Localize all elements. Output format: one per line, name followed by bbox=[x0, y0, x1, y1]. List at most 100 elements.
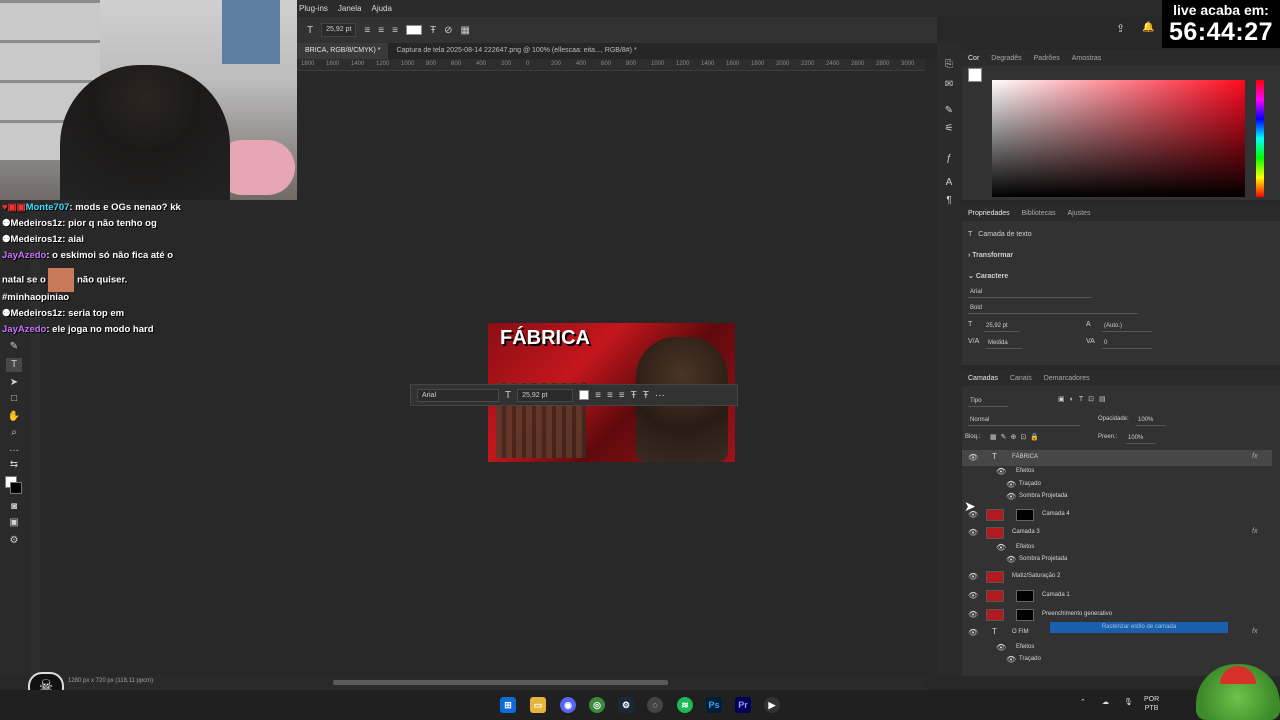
opacity-input[interactable]: 100% bbox=[1136, 415, 1166, 426]
fx-badge-icon[interactable]: fx bbox=[1252, 528, 1257, 535]
align-left-icon[interactable]: ≡ bbox=[364, 25, 370, 36]
fx-badge-icon[interactable]: fx bbox=[1252, 628, 1257, 635]
language-indicator[interactable]: POR PTB bbox=[1144, 695, 1159, 713]
windows-start-icon[interactable]: ⊞ bbox=[500, 697, 516, 713]
premiere-icon[interactable]: Pr bbox=[735, 697, 751, 713]
tray-chevron-icon[interactable]: ⌃ bbox=[1080, 698, 1086, 706]
obs-icon[interactable]: ◌ bbox=[647, 697, 663, 713]
tab-canais[interactable]: Canais bbox=[1010, 375, 1032, 382]
visibility-eye-icon[interactable]: 👁 bbox=[968, 572, 978, 581]
layer-mask-thumbnail[interactable] bbox=[1016, 509, 1034, 521]
quick-mask-icon[interactable]: ◙ bbox=[6, 500, 22, 514]
spotify-icon[interactable]: ≋ bbox=[677, 697, 693, 713]
fx-badge-icon[interactable]: fx bbox=[1252, 453, 1257, 460]
more-tools-icon[interactable]: … bbox=[6, 442, 22, 456]
menu-plugins[interactable]: Plug-ins bbox=[299, 4, 328, 13]
steam-icon[interactable]: ⚙ bbox=[618, 697, 634, 713]
warp-text-icon[interactable]: Ŧ bbox=[430, 25, 436, 36]
blend-mode-select[interactable]: Normal bbox=[968, 415, 1080, 426]
color-picker-field[interactable] bbox=[992, 80, 1245, 197]
media-player-icon[interactable]: ▶ bbox=[764, 697, 780, 713]
photoshop-icon[interactable]: Ps bbox=[706, 697, 722, 713]
transform-section[interactable]: › Transformar bbox=[968, 252, 1013, 259]
layer-row[interactable]: 👁 Camada 3 fx bbox=[962, 525, 1272, 541]
effect-eye-icon[interactable]: 👁 bbox=[1006, 555, 1016, 564]
share-icon[interactable]: ⇪ bbox=[1116, 22, 1125, 35]
tab-cor[interactable]: Cor bbox=[968, 55, 979, 62]
tab-camadas[interactable]: Camadas bbox=[968, 375, 998, 382]
hand-tool-icon[interactable]: ✋ bbox=[6, 410, 22, 424]
cancel-icon[interactable]: ⊘ bbox=[444, 25, 452, 36]
align-right-icon[interactable]: ≡ bbox=[392, 25, 398, 36]
cloud-icon[interactable]: ☁ bbox=[1102, 698, 1109, 706]
floatbar-align-right-icon[interactable]: ≡ bbox=[619, 390, 625, 401]
layer-row[interactable]: 👁 Preenchimento generativo bbox=[962, 607, 1272, 623]
effect-eye-icon[interactable]: 👁 bbox=[996, 543, 1006, 552]
floatbar-align-left-icon[interactable]: ≡ bbox=[595, 390, 601, 401]
effect-eye-icon[interactable]: 👁 bbox=[1006, 655, 1016, 664]
floatbar-align-center-icon[interactable]: ≡ bbox=[607, 390, 613, 401]
layer-row[interactable]: 👁 Sombra Projetada bbox=[962, 552, 1272, 568]
panels-icon[interactable]: ▦ bbox=[460, 25, 469, 36]
effect-eye-icon[interactable]: 👁 bbox=[1006, 492, 1016, 501]
filter-icons[interactable]: ▣◐T⊡▤ bbox=[1058, 395, 1111, 403]
horizontal-scrollbar[interactable] bbox=[333, 680, 668, 685]
tab-fabrica[interactable]: BRICA, RGB/8/CMYK) * bbox=[297, 43, 389, 59]
visibility-eye-icon[interactable]: 👁 bbox=[968, 453, 978, 462]
lock-icons[interactable]: ▦✎⊕⊡🔒 bbox=[990, 433, 1043, 441]
visibility-eye-icon[interactable]: 👁 bbox=[968, 610, 978, 619]
adjust-sliders-icon[interactable]: ⚟ bbox=[943, 123, 955, 134]
floatbar-type-options-icon[interactable]: Ŧ bbox=[643, 390, 649, 401]
text-orientation-icon[interactable]: T bbox=[307, 25, 313, 36]
brush-icon[interactable]: ✎ bbox=[943, 105, 955, 116]
visibility-eye-icon[interactable]: 👁 bbox=[968, 628, 978, 637]
character-section[interactable]: ⌄ Caractere bbox=[968, 272, 1008, 280]
tracking-input[interactable]: 0 bbox=[1102, 338, 1152, 349]
hue-slider[interactable] bbox=[1256, 80, 1264, 197]
tab-propriedades[interactable]: Propriedades bbox=[968, 210, 1010, 217]
swap-colors-icon[interactable]: ⇆ bbox=[6, 458, 22, 472]
screen-mode-icon[interactable]: ▣ bbox=[6, 516, 22, 530]
tab-demarcadores[interactable]: Demarcadores bbox=[1044, 375, 1090, 382]
floatbar-color-swatch[interactable] bbox=[579, 390, 590, 400]
history-icon[interactable]: ⎘ bbox=[943, 59, 955, 70]
align-center-icon[interactable]: ≡ bbox=[378, 25, 384, 36]
tab-captura[interactable]: Captura de tela 2025-08-14 222647.png @ … bbox=[388, 43, 644, 59]
text-color-swatch[interactable] bbox=[405, 25, 422, 35]
visibility-eye-icon[interactable]: 👁 bbox=[968, 591, 978, 600]
effect-eye-icon[interactable]: 👁 bbox=[1006, 480, 1016, 489]
font-family-select[interactable]: Arial bbox=[968, 287, 1092, 298]
notification-icon[interactable]: 🔔 bbox=[1142, 22, 1154, 33]
layer-row[interactable]: 👁 Camada 1 bbox=[962, 588, 1272, 604]
layer-row[interactable]: 👁 Matiz/Saturação 2 bbox=[962, 569, 1272, 585]
floatbar-warp-icon[interactable]: Ŧ bbox=[631, 390, 637, 401]
path-select-icon[interactable]: ➤ bbox=[6, 376, 22, 390]
font-style-select[interactable]: Bold bbox=[968, 303, 1138, 314]
canvas-title-text[interactable]: FÁBRICA bbox=[500, 327, 590, 350]
floatbar-size-field[interactable]: 25,92 pt bbox=[517, 388, 574, 402]
tab-amostras[interactable]: Amostras bbox=[1072, 55, 1102, 62]
layer-mask-thumbnail[interactable] bbox=[1016, 609, 1034, 621]
discord-icon[interactable]: ◉ bbox=[560, 697, 576, 713]
background-color[interactable] bbox=[10, 482, 22, 494]
floatbar-more-icon[interactable]: ··· bbox=[655, 390, 665, 401]
fg-color-chip[interactable] bbox=[968, 68, 982, 82]
layer-row[interactable]: 👁 Sombra Projetada bbox=[962, 489, 1272, 505]
layer-filter-select[interactable]: Tipo bbox=[968, 396, 1008, 407]
layer-mask-thumbnail[interactable] bbox=[1016, 590, 1034, 602]
comments-icon[interactable]: ✉ bbox=[943, 79, 955, 90]
font-size-input[interactable]: 25,92 pt bbox=[984, 321, 1020, 332]
fx-icon[interactable]: ƒ bbox=[943, 153, 955, 164]
character-icon[interactable]: A bbox=[943, 177, 955, 188]
paragraph-icon[interactable]: ¶ bbox=[943, 195, 955, 206]
floatbar-font-field[interactable]: Arial bbox=[417, 388, 499, 402]
leading-input[interactable]: (Auto.) bbox=[1102, 321, 1152, 332]
font-size-field[interactable]: 25,92 pt bbox=[321, 23, 357, 37]
menu-janela[interactable]: Janela bbox=[338, 4, 362, 13]
mic-icon[interactable]: 🎙 bbox=[1124, 698, 1133, 706]
tab-padroes[interactable]: Padrões bbox=[1034, 55, 1060, 62]
effect-eye-icon[interactable]: 👁 bbox=[996, 467, 1006, 476]
tab-ajustes[interactable]: Ajustes bbox=[1068, 210, 1091, 217]
chrome-icon[interactable]: ◎ bbox=[589, 697, 605, 713]
kerning-select[interactable]: Medida bbox=[986, 338, 1022, 349]
